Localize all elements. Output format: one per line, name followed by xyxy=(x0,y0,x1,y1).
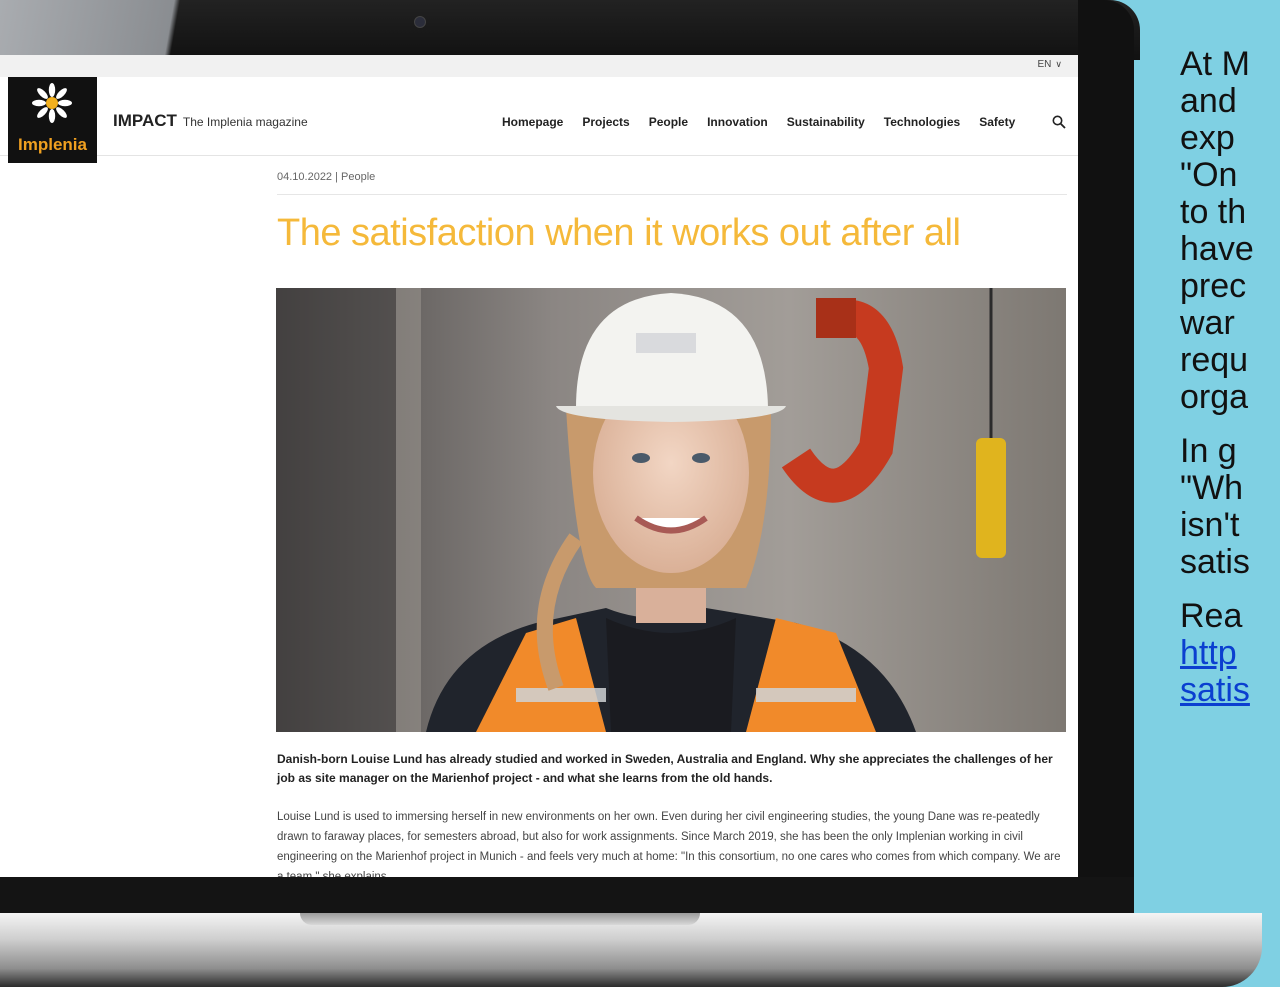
side-p1-line: war xyxy=(1180,304,1235,342)
side-p1-line: and xyxy=(1180,82,1237,120)
nav-safety[interactable]: Safety xyxy=(979,115,1015,129)
nav-homepage[interactable]: Homepage xyxy=(502,115,563,129)
laptop-bezel-right xyxy=(1078,0,1134,905)
side-p1-line: requ xyxy=(1180,341,1249,379)
article-title: The satisfaction when it works out after… xyxy=(277,212,961,254)
article-body: Louise Lund is used to immersing herself… xyxy=(277,811,1061,877)
article-meta: 04.10.2022 | People xyxy=(277,171,376,183)
side-p1-line: At M xyxy=(1180,45,1250,83)
magazine-brand[interactable]: IMPACT The Implenia magazine xyxy=(113,111,308,131)
side-p1-line: "On xyxy=(1180,156,1238,194)
daisy-logo-icon xyxy=(32,83,72,123)
worker-portrait-image xyxy=(276,288,1066,732)
article-category[interactable]: People xyxy=(341,171,375,183)
side-read-label: Rea xyxy=(1180,597,1243,635)
side-p2-line: "Wh xyxy=(1180,469,1244,507)
laptop-reflection xyxy=(0,0,280,60)
side-p1-line: orga xyxy=(1180,378,1249,416)
brand-tagline: The Implenia magazine xyxy=(182,115,308,129)
nav-innovation[interactable]: Innovation xyxy=(707,115,768,129)
side-p2-line: isn't xyxy=(1180,506,1240,544)
side-p1-line: exp xyxy=(1180,119,1235,157)
laptop-screen: EN ∨ Implenia IMPACT The Implenia magazi… xyxy=(0,55,1078,877)
search-icon[interactable] xyxy=(1052,115,1066,129)
side-paragraph-1: At Mand exp "On to th have prec war requ orga xyxy=(1180,46,1280,416)
article-lead: Danish-born Louise Lund has already stud… xyxy=(277,752,1053,785)
side-link[interactable]: http satis xyxy=(1180,634,1250,709)
main-nav: Homepage Projects People Innovation Sust… xyxy=(502,115,1015,129)
implenia-logo[interactable]: Implenia xyxy=(8,77,97,163)
side-p2-line: In g xyxy=(1180,432,1237,470)
nav-technologies[interactable]: Technologies xyxy=(884,115,960,129)
side-paragraph-3: Rea http satis xyxy=(1180,598,1280,709)
logo-text: Implenia xyxy=(18,135,87,154)
side-p1-line: to th xyxy=(1180,193,1247,231)
webcam-icon xyxy=(414,16,426,28)
nav-sustainability[interactable]: Sustainability xyxy=(787,115,865,129)
side-paragraph-2: In g "Wh isn't satis xyxy=(1180,433,1280,581)
utility-bar: EN ∨ xyxy=(0,55,1078,77)
nav-projects[interactable]: Projects xyxy=(582,115,629,129)
meta-divider xyxy=(277,194,1067,195)
nav-people[interactable]: People xyxy=(649,115,688,129)
article-photo xyxy=(276,288,1066,732)
side-p1-line: have xyxy=(1180,230,1254,268)
language-selector[interactable]: EN ∨ xyxy=(1038,59,1063,70)
chevron-down-icon: ∨ xyxy=(1055,59,1062,69)
article-date: 04.10.2022 xyxy=(277,171,333,183)
side-p2-line: satis xyxy=(1180,543,1250,581)
side-p1-line: prec xyxy=(1180,267,1247,305)
side-panel-text: At Mand exp "On to th have prec war requ orga In… xyxy=(1180,46,1280,726)
laptop-notch xyxy=(300,913,700,925)
brand-name: IMPACT xyxy=(113,111,177,130)
laptop-bezel-bottom xyxy=(0,877,1134,913)
site-header: Implenia IMPACT The Implenia magazine Hom… xyxy=(0,77,1078,163)
